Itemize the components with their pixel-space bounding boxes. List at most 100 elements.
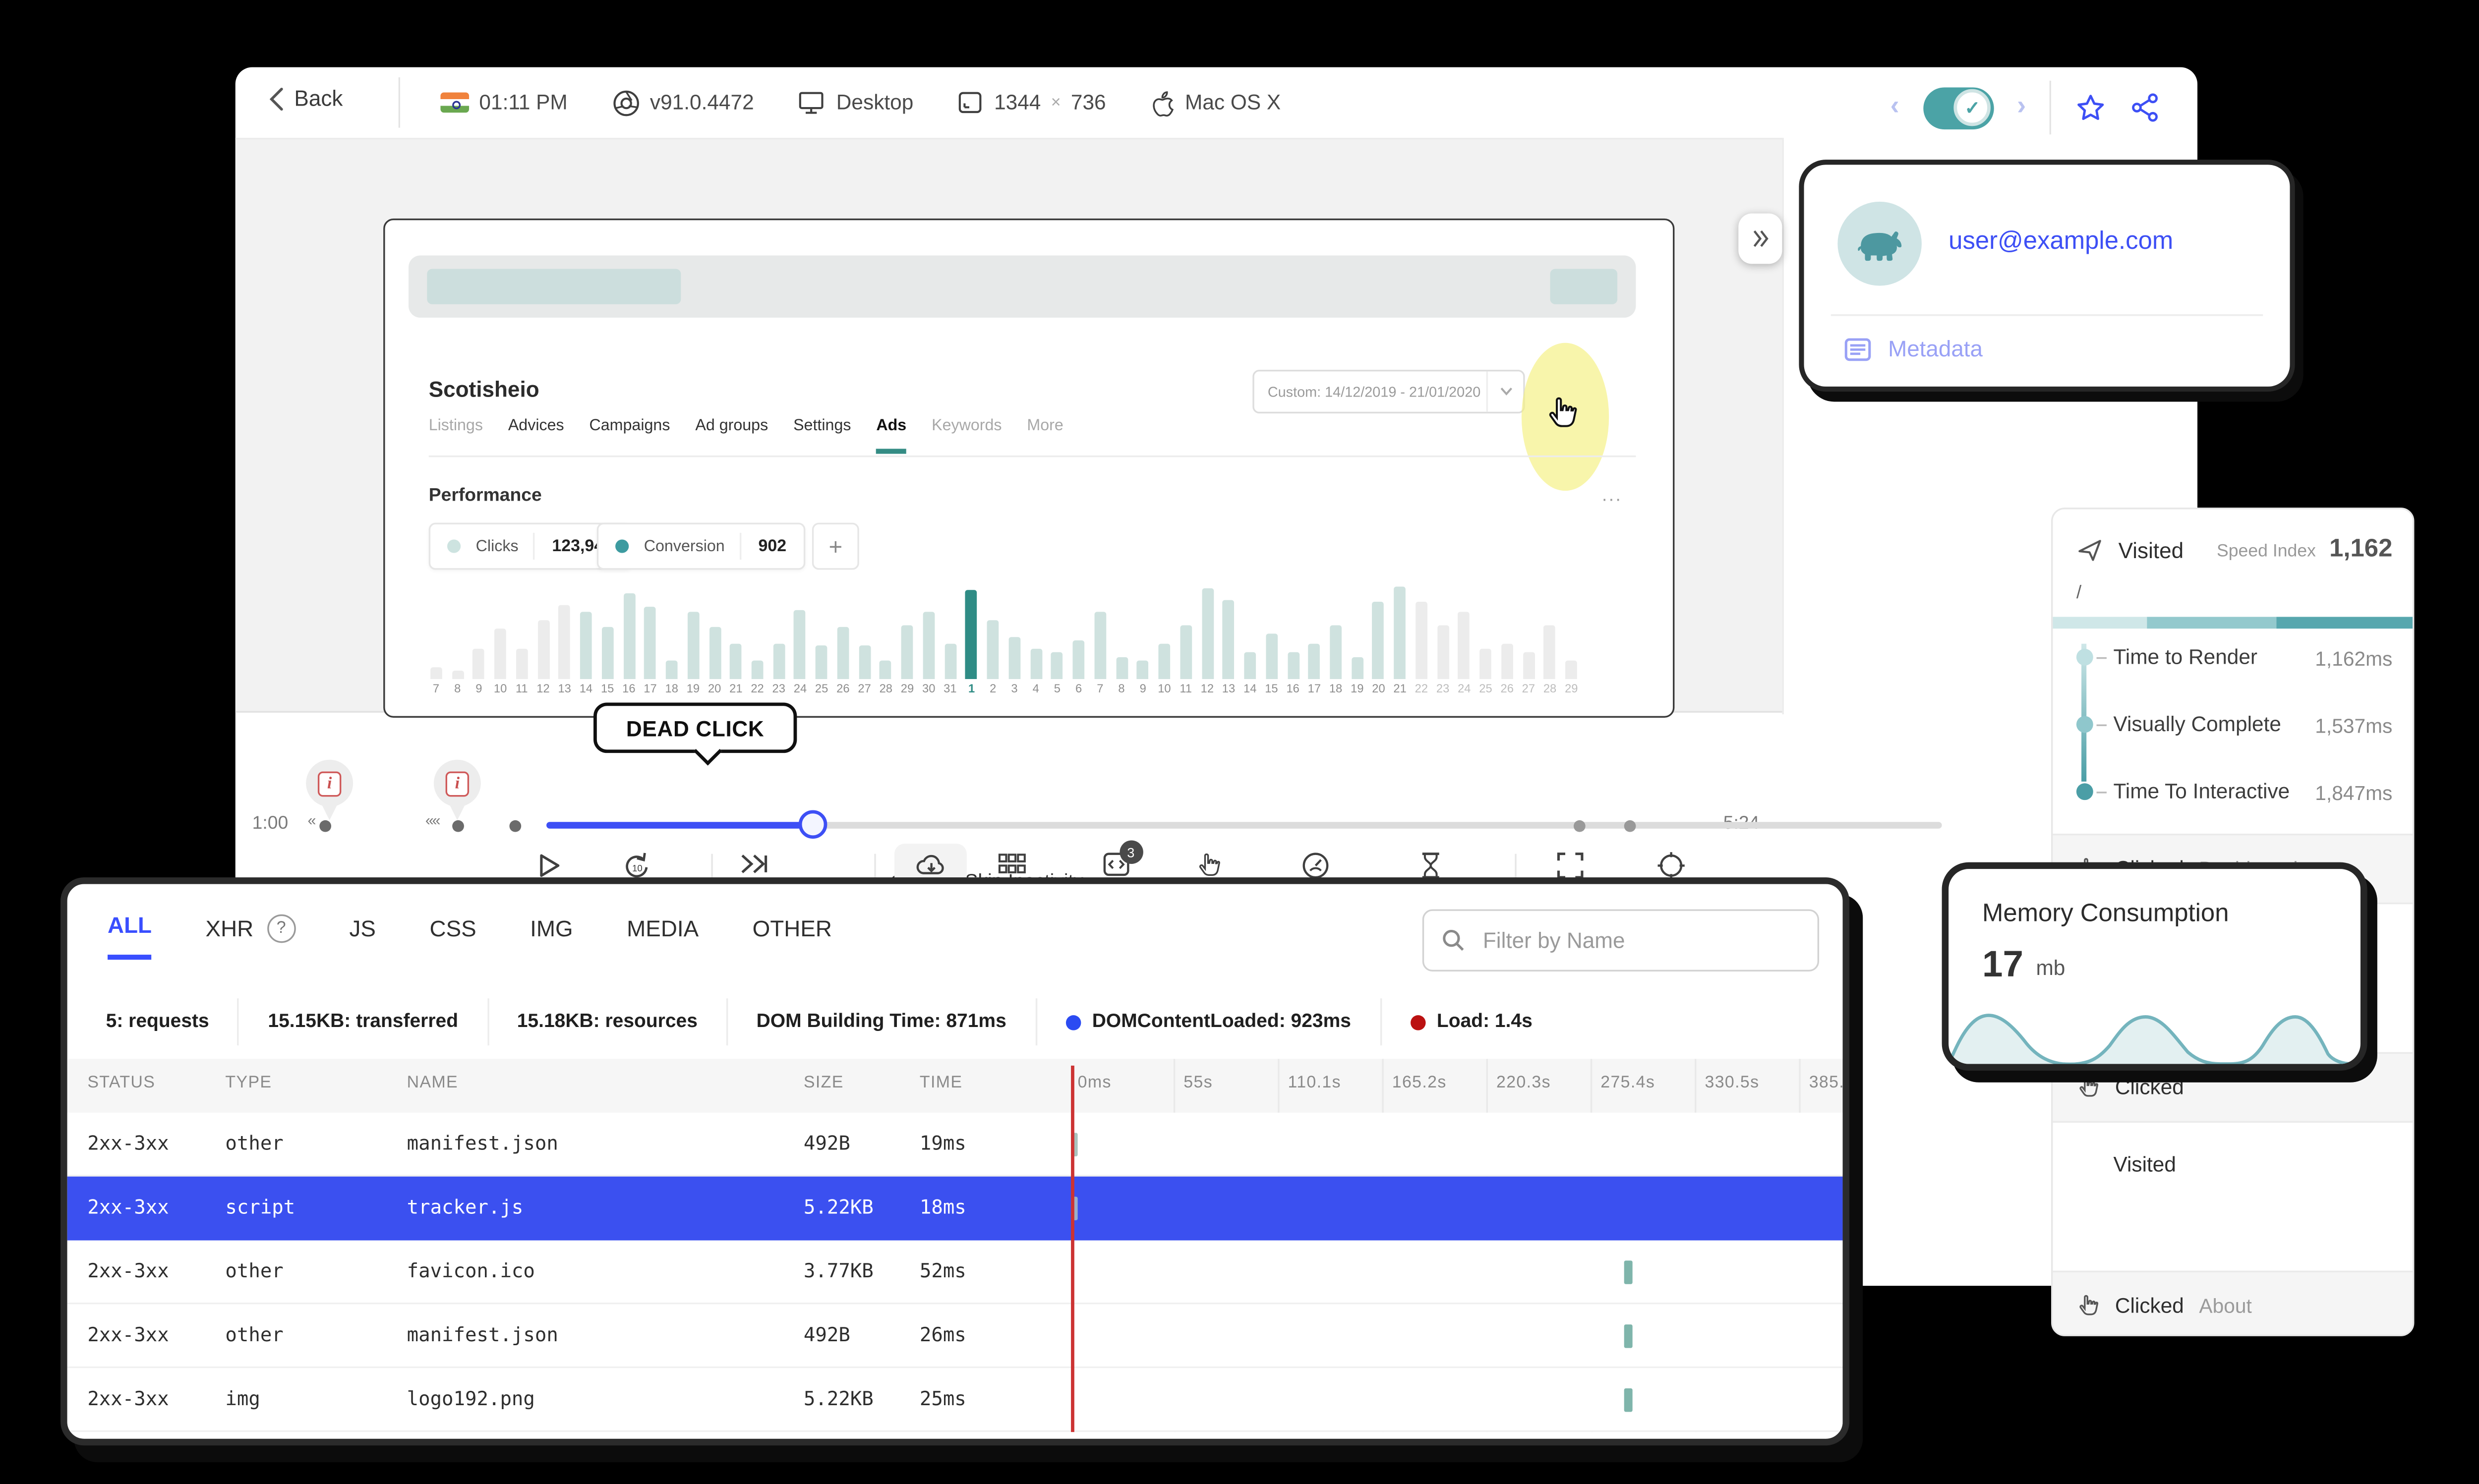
waterfall-tick: 110.1s <box>1288 1074 1341 1093</box>
site-tab-keywords[interactable]: Keywords <box>932 417 1002 454</box>
chart-x-label: 21 <box>729 684 743 696</box>
network-tabs: ALL XHR? JS CSS IMG MEDIA OTHER <box>108 908 832 965</box>
collapse-panel-button[interactable] <box>1738 213 1782 264</box>
network-tab-img[interactable]: IMG <box>530 915 573 957</box>
date-range-value: Custom: 14/12/2019 - 21/01/2020 <box>1267 383 1481 400</box>
site-tab-ads[interactable]: Ads <box>876 417 907 454</box>
chart-x-label: 9 <box>475 684 482 696</box>
network-tab-all[interactable]: ALL <box>108 913 152 960</box>
playhead-handle[interactable] <box>798 810 827 839</box>
column-header-time[interactable]: TIME <box>920 1074 962 1092</box>
chart-x-label: 26 <box>1500 684 1514 696</box>
site-tab-campaigns[interactable]: Campaigns <box>589 417 670 454</box>
issue-marker-balloon[interactable]: i <box>433 759 481 820</box>
chart-x-label: 28 <box>1543 684 1557 696</box>
column-header-status[interactable]: STATUS <box>87 1074 155 1092</box>
divider <box>1782 138 1784 715</box>
table-row[interactable]: 2xx-3xx other manifest.json 492B 26ms <box>67 1304 1843 1369</box>
more-menu-icon[interactable]: ... <box>1602 486 1622 506</box>
chart-bar <box>1244 652 1256 679</box>
site-tab-settings[interactable]: Settings <box>793 417 851 454</box>
chart-x-label: 8 <box>1118 684 1125 696</box>
cell-type: script <box>225 1195 295 1219</box>
network-tab-media[interactable]: MEDIA <box>627 915 699 957</box>
user-callout-card: user@example.com Metadata <box>1799 160 2295 392</box>
site-tab-more[interactable]: More <box>1027 417 1063 454</box>
chart-bar <box>1394 586 1406 679</box>
network-tab-xhr[interactable]: XHR? <box>206 913 296 959</box>
metadata-button[interactable]: Metadata <box>1844 336 1983 361</box>
timeline-progress[interactable] <box>546 822 812 828</box>
timeline-event-dot[interactable] <box>319 819 332 831</box>
event-label: Visited <box>2118 537 2184 563</box>
cell-size: 5.22KB <box>803 1386 874 1411</box>
user-email[interactable]: user@example.com <box>1948 227 2173 256</box>
cursor-hand-icon <box>1545 393 1579 442</box>
network-tab-other[interactable]: OTHER <box>753 915 832 957</box>
chart-bar <box>987 621 999 679</box>
event-label: Clicked <box>2115 1294 2184 1318</box>
back-button[interactable]: Back <box>269 86 343 111</box>
device-item: Desktop <box>798 89 913 116</box>
cell-size: 492B <box>803 1131 850 1155</box>
back10-icon: 10 <box>623 851 653 881</box>
share-icon[interactable] <box>2130 93 2160 123</box>
cell-size: 3.77KB <box>803 1258 874 1283</box>
chart-x-label: 18 <box>665 684 678 696</box>
chart-x-label: 15 <box>600 684 614 696</box>
visited-metrics-card[interactable]: Visited Speed Index 1,162 / Time to Rend… <box>2053 509 2413 833</box>
chart-bar <box>687 612 699 679</box>
skip-segment-marker: « <box>307 811 316 829</box>
autoplay-toggle[interactable]: ✓ <box>1923 86 1994 129</box>
help-icon[interactable]: ? <box>267 913 296 942</box>
event-clicked[interactable]: Clicked About <box>2053 1270 2413 1335</box>
metric-dash <box>2096 791 2107 794</box>
date-range-picker[interactable]: Custom: 14/12/2019 - 21/01/2020 <box>1252 370 1525 414</box>
timeline-event-dot[interactable] <box>452 819 464 831</box>
events-icon <box>1195 851 1222 881</box>
chart-bar <box>1223 600 1235 679</box>
session-time-item: 01:11 PM <box>440 91 568 114</box>
network-tab-js[interactable]: JS <box>350 915 376 957</box>
timeline-event-dot[interactable] <box>509 819 522 831</box>
chart-bar <box>944 643 956 679</box>
site-tab-advices[interactable]: Advices <box>508 417 564 454</box>
console-badge: 3 <box>1119 840 1143 864</box>
site-tab-listings[interactable]: Listings <box>429 417 483 454</box>
column-header-type[interactable]: TYPE <box>225 1074 272 1092</box>
site-tab-ad-groups[interactable]: Ad groups <box>695 417 768 454</box>
table-row[interactable]: 2xx-3xx other favicon.ico 3.77KB 52ms <box>67 1240 1843 1305</box>
add-metric-button[interactable]: + <box>812 522 859 570</box>
prev-session-button[interactable]: ‹ <box>1890 93 1899 123</box>
favorite-star-icon[interactable] <box>2074 92 2106 123</box>
timeline-event-dot[interactable] <box>1624 819 1636 831</box>
network-tab-css[interactable]: CSS <box>430 915 476 957</box>
chart-x-label: 16 <box>622 684 636 696</box>
chart-x-label: 24 <box>793 684 807 696</box>
chart-bar <box>1201 587 1213 679</box>
table-row[interactable]: 2xx-3xx other manifest.json 492B 19ms <box>67 1112 1843 1177</box>
event-visited[interactable]: Visited <box>2053 1123 2413 1271</box>
session-meta: 01:11 PM v91.0.4472 Desktop 1344 × 736 M… <box>440 86 1281 119</box>
chart-x-label: 31 <box>944 684 957 696</box>
clicks-dot-icon <box>447 539 461 553</box>
metric-chip-conversion[interactable]: Conversion 902 <box>596 522 805 570</box>
column-header-name[interactable]: NAME <box>407 1074 458 1092</box>
console-icon: 3 <box>1101 840 1143 879</box>
issue-marker-balloon[interactable]: i <box>306 759 354 820</box>
timeline-track[interactable] <box>812 822 1942 828</box>
timeline-event-dot[interactable] <box>1573 819 1586 831</box>
cell-size: 5.22KB <box>803 1195 874 1219</box>
column-header-size[interactable]: SIZE <box>804 1074 844 1092</box>
waterfall-tick: 330.5s <box>1705 1074 1760 1093</box>
next-session-button[interactable]: › <box>2017 93 2026 123</box>
filter-input[interactable] <box>1479 926 1801 955</box>
table-row[interactable]: 2xx-3xx script tracker.js 5.22KB 18ms <box>67 1176 1843 1241</box>
filter-field[interactable] <box>1422 909 1820 971</box>
chart-bar <box>923 612 935 679</box>
cell-type: other <box>225 1322 284 1347</box>
os-item: Mac OS X <box>1150 88 1281 117</box>
cell-status: 2xx-3xx <box>87 1386 169 1411</box>
skeleton-block <box>427 269 681 304</box>
table-row[interactable]: 2xx-3xx img logo192.png 5.22KB 25ms <box>67 1368 1843 1432</box>
